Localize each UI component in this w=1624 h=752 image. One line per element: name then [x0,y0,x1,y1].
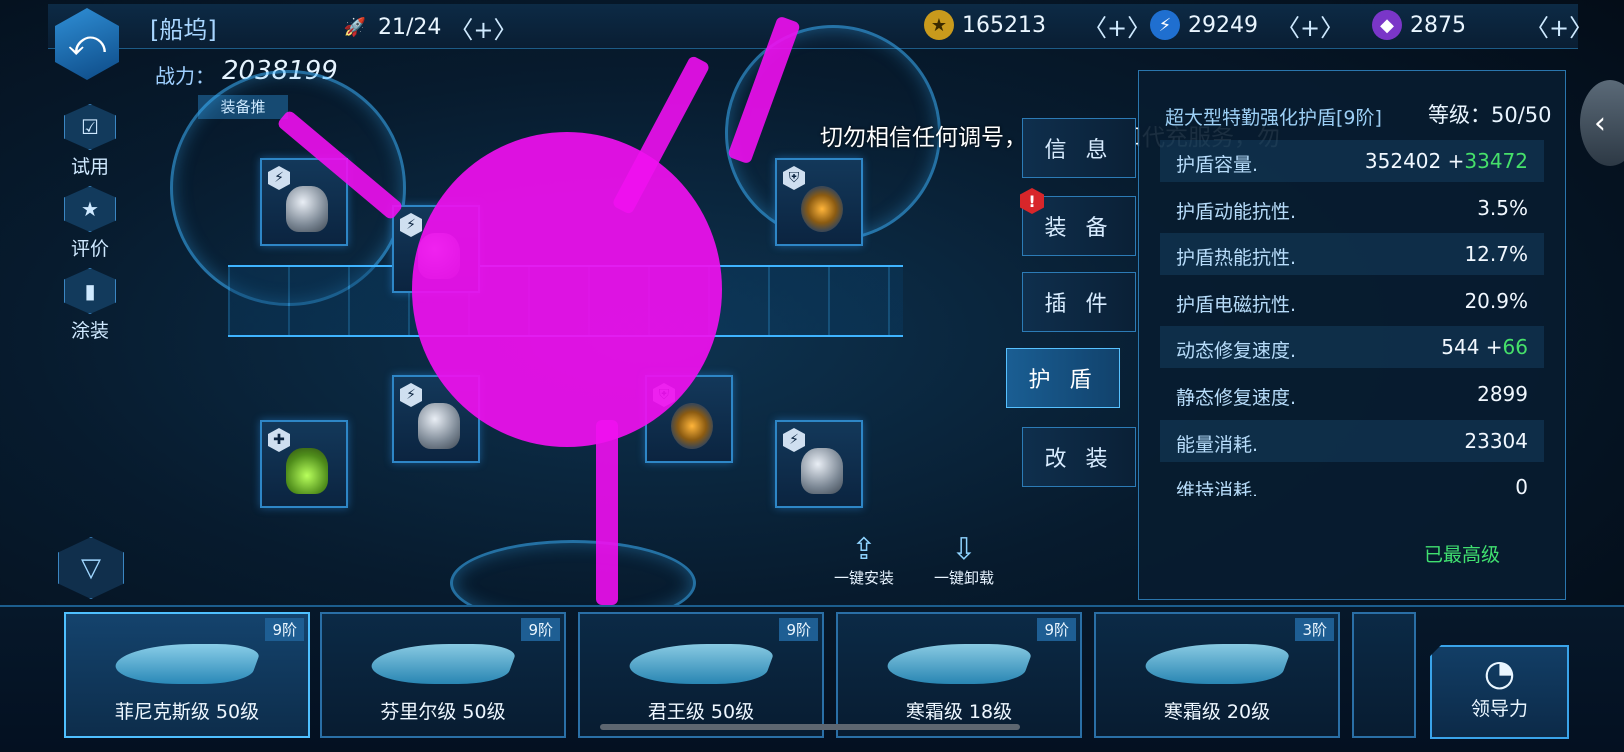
leadership-button[interactable]: ◔ 领导力 [1430,645,1569,739]
ship-card[interactable]: 9阶 菲尼克斯级 50级 [64,612,310,738]
credits: ★ 165213 [924,10,1046,40]
crystal-icon: ◆ [1372,10,1402,40]
stat-row: 护盾电磁抗性. 20.9% [1176,289,1528,316]
review-button[interactable]: ★ 评价 [50,186,130,261]
ship-card[interactable]: 9阶 寒霜级 18级 [836,612,1082,738]
ship-silhouette [880,644,1036,684]
uninstall-all-button[interactable]: ⇩ 一键卸载 [924,532,1004,588]
chevron-left-icon: ‹ [1594,105,1606,141]
coin-icon: ★ [924,10,954,40]
back-arrow-icon: ⤺ [67,23,107,64]
rocket-up-icon: ⇪ [851,532,877,567]
energy-value: 29249 [1188,12,1258,38]
shield-icon: ⛨ [783,166,805,190]
max-level-status: 已最高级 [1424,544,1501,566]
rocket-remove-icon: ⇩ [951,532,977,567]
ship-card[interactable]: 3阶 寒霜级 20级 [1094,612,1340,738]
checkbox-icon: ☑ [64,104,116,150]
plus-shield-icon: ✚ [268,428,290,452]
equipment-slot[interactable]: ⛨ [775,158,863,246]
add-crystals-button[interactable]: 〈+〉 [1525,8,1593,43]
redaction-blob [412,132,722,447]
module-part [671,403,713,449]
tab-plugins[interactable]: 插 件 [1022,272,1136,332]
module-part [801,448,843,494]
add-energy-button[interactable]: 〈+〉 [1276,8,1344,43]
leadership-label: 领导力 [1470,698,1528,720]
install-all-label: 一键安装 [833,569,894,587]
rocket-icon: 🚀 [343,17,367,38]
module-part [418,403,460,449]
stat-row: 维持消耗. 0 [1176,475,1528,496]
stat-row: 静态修复速度. 2899 [1176,382,1528,409]
tab-shield[interactable]: 护 盾 [1006,348,1120,408]
tab-info[interactable]: 信 息 [1022,118,1136,178]
ship-count-value: 21/24 [378,15,442,40]
power-label: 战力： [155,64,215,88]
crystals: ◆ 2875 [1372,10,1466,40]
module-part [286,186,328,232]
trial-label: 试用 [70,156,109,178]
stat-row: 护盾容量. 352402 +33472 [1160,140,1544,182]
page-title: [船坞] [150,16,217,44]
stat-row: 能量消耗. 23304 [1160,420,1544,462]
shield-title: 超大型特勤强化护盾[9阶] [1165,107,1382,129]
spray-can-icon: ▮ [64,268,116,314]
gauge-icon: ◔ [1483,653,1516,694]
ship-count: 🚀 21/24 〈+〉 [340,10,518,45]
module-part [286,448,328,494]
add-credits-button[interactable]: 〈+〉 [1083,8,1151,43]
trial-button[interactable]: ☑ 试用 [50,104,130,179]
paint-button[interactable]: ▮ 涂装 [50,268,130,343]
lightning-icon: ⚡ [1150,10,1180,40]
lightning-icon: ⚡ [400,213,422,237]
ship-silhouette [1138,644,1294,684]
star-doc-icon: ★ [64,186,116,232]
ship-silhouette [364,644,520,684]
tab-modify[interactable]: 改 装 [1022,427,1136,487]
collapse-panel-button[interactable]: ‹ [1580,80,1624,166]
ship-silhouette [108,644,264,684]
equipment-slot[interactable]: ⚡ [775,420,863,508]
install-all-button[interactable]: ⇪ 一键安装 [824,532,904,588]
credits-value: 165213 [962,12,1046,38]
lightning-icon: ⚡ [400,383,422,407]
game-logo-icon[interactable]: ▽ [58,537,124,599]
crystals-value: 2875 [1410,12,1466,38]
module-part [801,186,843,232]
ship-card-partial[interactable] [1352,612,1416,738]
redaction-streak [596,420,618,605]
ship-card[interactable]: 9阶 君王级 50级 [578,612,824,738]
equipment-slot[interactable]: ✚ [260,420,348,508]
stat-row: 护盾热能抗性. 12.7% [1160,233,1544,275]
ship-list-scrollbar[interactable] [600,724,1020,730]
lightning-icon: ⚡ [268,166,290,190]
add-ship-slot-button[interactable]: 〈+〉 [449,10,517,45]
stat-row: 护盾动能抗性. 3.5% [1176,196,1528,223]
shield-level: 等级：50/50 [1428,103,1552,127]
uninstall-all-label: 一键卸载 [933,569,994,587]
review-label: 评价 [70,238,109,260]
energy: ⚡ 29249 [1150,10,1258,40]
paint-label: 涂装 [70,320,109,342]
stat-row: 动态修复速度. 544 +66 [1160,326,1544,368]
ship-silhouette [622,644,778,684]
lightning-icon: ⚡ [783,428,805,452]
ship-card[interactable]: 9阶 芬里尔级 50级 [320,612,566,738]
